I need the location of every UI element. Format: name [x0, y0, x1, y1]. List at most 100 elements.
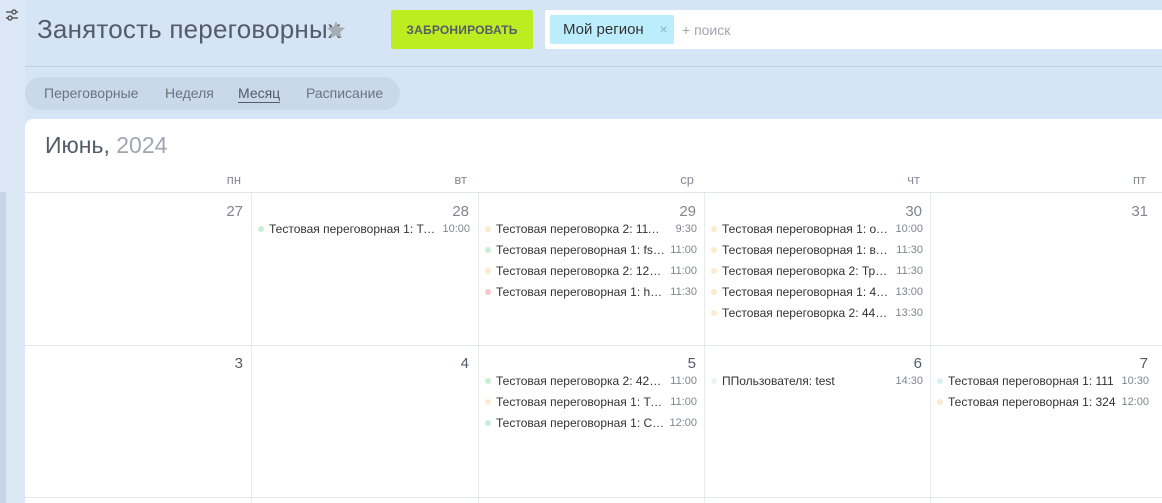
event-time: 10:00	[442, 223, 470, 235]
weekday-label: пт	[1133, 172, 1146, 187]
calendar-event[interactable]: Тестовая переговорка 2: 423... 11:00	[485, 371, 697, 391]
header-divider	[25, 66, 1162, 67]
calendar-event[interactable]: Тестовая переговорная 1: Со... 12:00	[485, 413, 697, 433]
event-time: 11:30	[670, 286, 697, 298]
tab-label: Неделя	[165, 85, 214, 101]
book-button[interactable]: ЗАБРОНИРОВАТЬ	[391, 10, 533, 49]
weekday-label: пн	[226, 172, 241, 187]
tab-rooms[interactable]: Переговорные	[44, 77, 138, 110]
day-number: 31	[1131, 203, 1148, 220]
filter-tag[interactable]: Мой регион ×	[550, 15, 674, 44]
tab-schedule[interactable]: Расписание	[306, 77, 383, 110]
tab-label: Переговорные	[44, 85, 139, 101]
event-color-dot	[937, 378, 943, 384]
day-cell[interactable]: 4	[251, 346, 477, 498]
month-title: Июнь, 2024	[45, 132, 167, 159]
event-time: 12:00	[669, 417, 697, 429]
day-cell[interactable]: 7 Тестовая переговорная 1: 111 10:30 Тестов…	[930, 346, 1156, 498]
search-input[interactable]	[682, 10, 1082, 49]
weekday-header: пн вт ср чт пт	[25, 169, 1162, 193]
event-time: 10:30	[1121, 375, 1149, 387]
calendar-event[interactable]: Тестовая переговорка 2: 444... 13:30	[711, 303, 923, 323]
day-number: 28	[452, 203, 469, 220]
calendar-event[interactable]: Тестовая переговорка 2: 111111... 9:30	[485, 219, 697, 239]
tab-label: Расписание	[306, 85, 384, 101]
calendar-event[interactable]: ППользователя: test 14:30	[711, 371, 923, 391]
day-cell[interactable]: 27	[25, 194, 251, 346]
event-time: 12:00	[1121, 396, 1149, 408]
event-color-dot	[937, 399, 943, 405]
event-time: 14:30	[895, 375, 923, 387]
event-title: Тестовая переговорка 2: 123...	[496, 264, 665, 278]
day-number: 6	[913, 355, 922, 372]
calendar-event[interactable]: Тестовая переговорка 2: Тре... 11:30	[711, 261, 923, 281]
event-time: 11:00	[670, 375, 697, 387]
event-time: 11:00	[670, 396, 697, 408]
event-color-dot	[711, 310, 717, 316]
weekday-label: вт	[454, 172, 467, 187]
day-number: 3	[234, 355, 243, 372]
event-time: 13:00	[895, 286, 923, 298]
month-calendar: Июнь, 2024 пн вт ср чт пт 27 28 Тестовая перег…	[25, 119, 1162, 503]
event-color-dot	[485, 289, 491, 295]
event-time: 11:30	[896, 244, 923, 256]
day-number: 30	[905, 203, 922, 220]
event-title: Тестовая переговорная 1: Тес...	[496, 395, 665, 409]
calendar-event[interactable]: Тестовая переговорная 1: fsd... 11:00	[485, 240, 697, 260]
close-icon[interactable]: ×	[660, 15, 668, 44]
calendar-event[interactable]: Тестовая переговорная 1: вто... 11:30	[711, 240, 923, 260]
event-color-dot	[711, 268, 717, 274]
calendar-event[interactable]: Тестовая переговорная 1: 111 10:30	[937, 371, 1149, 391]
day-cell[interactable]: 6 ППользователя: test 14:30	[704, 346, 930, 498]
day-number: 5	[687, 355, 696, 372]
calendar-event[interactable]: Тестовая переговорная 1: од... 10:00	[711, 219, 923, 239]
day-cell[interactable]: 30 Тестовая переговорная 1: од... 10:00 Тес…	[704, 194, 930, 346]
event-color-dot	[485, 378, 491, 384]
rail-strip	[0, 192, 6, 503]
event-title: Тестовая переговорка 2: 423...	[496, 374, 665, 388]
day-cell[interactable]: 31	[930, 194, 1156, 346]
event-title: Тестовая переговорка 2: 444...	[722, 306, 891, 320]
calendar-event[interactable]: Тестовая переговорная 1: 44... 13:00	[711, 282, 923, 302]
event-title: Тестовая переговорка 2: 111111...	[496, 222, 665, 236]
day-cell[interactable]: 28 Тестовая переговорная 1: Тест 10:00	[251, 194, 477, 346]
event-color-dot	[711, 247, 717, 253]
filter-box[interactable]: Мой регион ×	[545, 10, 1162, 49]
day-cell[interactable]: 29 Тестовая переговорка 2: 111111... 9:30 Т…	[478, 194, 704, 346]
event-title: Тестовая переговорная 1: 111	[948, 374, 1114, 388]
event-time: 11:30	[896, 265, 923, 277]
star-icon[interactable]	[325, 19, 347, 41]
page-title: Занятость переговорных	[37, 14, 342, 44]
settings-sliders-icon[interactable]	[4, 8, 20, 24]
day-number: 27	[226, 203, 243, 220]
event-title: Тестовая переговорная 1: вто...	[722, 243, 891, 257]
event-title: Тестовая переговорная 1: Со...	[496, 416, 665, 430]
tab-label: Месяц	[238, 85, 281, 103]
calendar-event[interactable]: Тестовая переговорная 1: Тес... 11:00	[485, 392, 697, 412]
calendar-event[interactable]: Тестовая переговорная 1: Тест 10:00	[258, 219, 470, 239]
event-color-dot	[711, 226, 717, 232]
day-cell[interactable]: 3	[25, 346, 251, 498]
month-year: 2024	[116, 132, 168, 158]
month-name: Июнь,	[45, 132, 110, 158]
view-tabs: Переговорные Неделя Месяц Расписание	[25, 77, 400, 110]
event-color-dot	[711, 378, 717, 384]
calendar-event[interactable]: Тестовая переговорная 1: 324 12:00	[937, 392, 1149, 412]
calendar-event[interactable]: Тестовая переговорная 1: hhj... 11:30	[485, 282, 697, 302]
event-color-dot	[485, 268, 491, 274]
calendar-event[interactable]: Тестовая переговорка 2: 123... 11:00	[485, 261, 697, 281]
event-title: Тестовая переговорка 2: Тре...	[722, 264, 891, 278]
tab-month[interactable]: Месяц	[238, 77, 281, 110]
event-color-dot	[258, 226, 264, 232]
tab-week[interactable]: Неделя	[165, 77, 214, 110]
day-number: 29	[679, 203, 696, 220]
event-color-dot	[711, 289, 717, 295]
event-title: Тестовая переговорная 1: од...	[722, 222, 891, 236]
event-time: 11:00	[670, 244, 697, 256]
event-time: 9:30	[675, 223, 697, 235]
day-cell[interactable]: 5 Тестовая переговорка 2: 423... 11:00 Тест…	[478, 346, 704, 498]
event-title: Тестовая переговорная 1: hhj...	[496, 285, 665, 299]
weekday-label: чт	[907, 172, 920, 187]
event-title: Тестовая переговорная 1: 324	[948, 395, 1116, 409]
event-color-dot	[485, 420, 491, 426]
